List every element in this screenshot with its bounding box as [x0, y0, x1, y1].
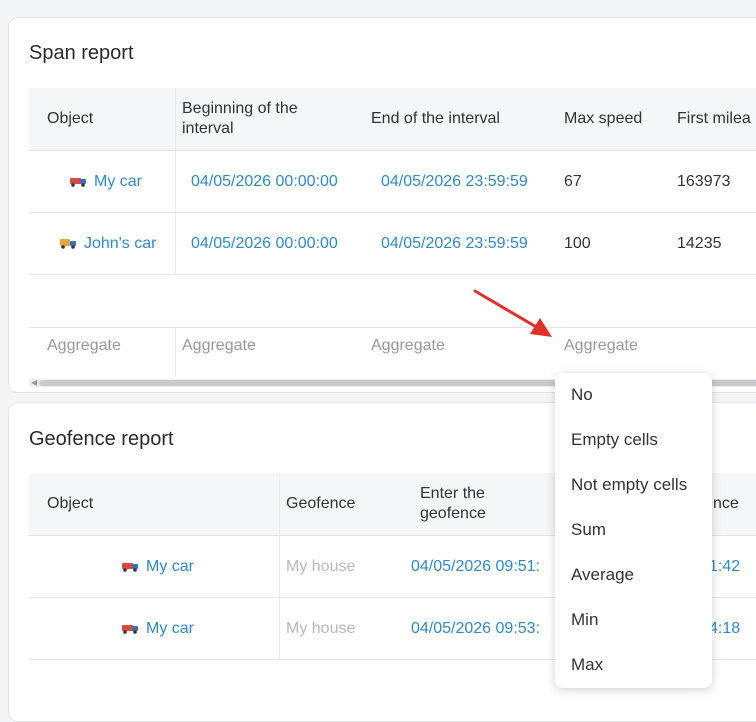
partial-link[interactable]: 4:18 [709, 620, 740, 638]
end-link[interactable]: 04/05/2026 23:59:59 [381, 173, 528, 191]
partial-link[interactable]: 1:42 [709, 558, 740, 576]
dropdown-option-no[interactable]: No [571, 385, 593, 405]
enter-link[interactable]: 04/05/2026 09:51: [411, 558, 540, 576]
aggregate-select-end[interactable]: Aggregate [371, 337, 445, 355]
truck-icon [60, 239, 76, 250]
header-enter-line2: geofence [420, 505, 486, 522]
header-beginning-line2: interval [182, 120, 234, 137]
header-geofence[interactable]: Geofence [286, 494, 355, 514]
header-object[interactable]: Object [47, 109, 93, 129]
dropdown-option-min[interactable]: Min [571, 610, 598, 630]
column-divider [175, 328, 176, 377]
column-divider [175, 213, 176, 274]
object-name: John's car [84, 234, 157, 252]
enter-link[interactable]: 04/05/2026 09:53: [411, 620, 540, 638]
end-link[interactable]: 04/05/2026 23:59:59 [381, 235, 528, 253]
object-link[interactable]: My car [69, 173, 142, 191]
dropdown-option-not-empty-cells[interactable]: Not empty cells [571, 475, 687, 495]
first-mileage-value: 14235 [677, 234, 722, 252]
aggregate-select-begin[interactable]: Aggregate [182, 337, 256, 355]
aggregate-dropdown-menu: No Empty cells Not empty cells Sum Avera… [555, 373, 712, 688]
object-name: My car [146, 557, 194, 575]
geofence-value: My house [286, 619, 356, 637]
object-link[interactable]: John's car [59, 235, 156, 253]
header-beginning-line1: Beginning of the [182, 100, 298, 117]
header-end[interactable]: End of the interval [371, 109, 500, 129]
span-report-header: Object Beginning of the interval End of … [29, 88, 756, 151]
first-mileage-value: 163973 [677, 172, 731, 190]
aggregate-row: Aggregate Aggregate Aggregate Aggregate [29, 327, 756, 377]
dropdown-option-sum[interactable]: Sum [571, 520, 606, 540]
geofence-report-title: Geofence report [29, 428, 174, 450]
max-speed-value: 100 [564, 234, 591, 252]
table-row: My car 04/05/2026 00:00:00 04/05/2026 23… [29, 151, 756, 213]
header-enter-line1: Enter the [420, 485, 485, 502]
begin-link[interactable]: 04/05/2026 00:00:00 [191, 235, 338, 253]
dropdown-option-average[interactable]: Average [571, 565, 634, 585]
table-row: John's car 04/05/2026 00:00:00 04/05/202… [29, 213, 756, 275]
scroll-left-icon[interactable]: ◀ [31, 379, 37, 387]
car-icon [122, 625, 138, 635]
object-link[interactable]: My car [121, 558, 194, 576]
object-name: My car [146, 619, 194, 637]
aggregate-select-object[interactable]: Aggregate [47, 337, 121, 355]
dropdown-option-max[interactable]: Max [571, 655, 603, 675]
header-enter-geofence[interactable]: Enter the geofence [420, 484, 486, 524]
car-icon [70, 178, 86, 188]
object-name: My car [94, 172, 142, 190]
span-report-card: Span report Object Beginning of the inte… [8, 17, 756, 393]
header-max-speed[interactable]: Max speed [564, 109, 642, 129]
column-divider[interactable] [279, 473, 280, 535]
header-first-mileage[interactable]: First milea [677, 109, 751, 129]
header-partial[interactable]: nce [713, 494, 739, 514]
span-report-title: Span report [29, 42, 134, 64]
geofence-value: My house [286, 557, 356, 575]
column-divider[interactable] [175, 88, 176, 150]
column-divider [175, 151, 176, 212]
header-object[interactable]: Object [47, 494, 93, 514]
begin-link[interactable]: 04/05/2026 00:00:00 [191, 173, 338, 191]
aggregate-select-max-speed[interactable]: Aggregate [564, 337, 638, 355]
car-icon [122, 563, 138, 573]
dropdown-option-empty-cells[interactable]: Empty cells [571, 430, 658, 450]
column-divider [279, 536, 280, 597]
column-divider [279, 598, 280, 659]
max-speed-value: 67 [564, 172, 582, 190]
object-link[interactable]: My car [121, 620, 194, 638]
header-beginning[interactable]: Beginning of the interval [182, 99, 298, 139]
